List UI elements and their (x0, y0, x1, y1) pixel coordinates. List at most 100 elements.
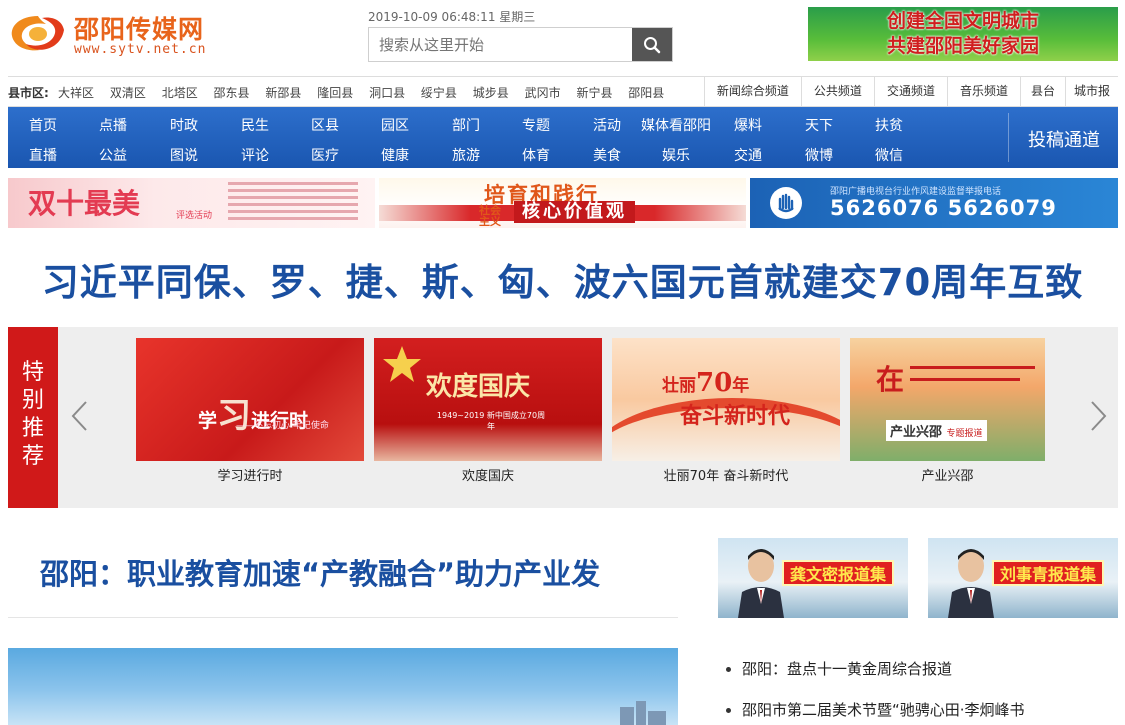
nav-link[interactable]: 天下 (784, 115, 854, 135)
county-label: 县市区: (8, 86, 49, 100)
photo-building (648, 711, 666, 725)
feature-headline[interactable]: 邵阳：职业教育加速“产教融合”助力产业发 (40, 551, 600, 593)
submit-tip-link[interactable]: 投稿通道 (1028, 126, 1100, 152)
card-image-decor (910, 366, 1035, 369)
county-link[interactable]: 邵阳县 (628, 86, 664, 100)
card-image-subtext: 1949~2019 新中国成立70周年 (436, 411, 546, 431)
portrait-icon (738, 549, 784, 618)
nav-link[interactable]: 时政 (149, 115, 219, 135)
county-link[interactable]: 北塔区 (162, 86, 198, 100)
nav-link[interactable]: 微信 (854, 145, 924, 165)
card-image-text2: 奋斗新时代 (680, 403, 791, 429)
nav-link[interactable]: 区县 (290, 115, 360, 135)
ad-best-selection[interactable]: 双十最美 评选活动 (8, 178, 375, 228)
county-link[interactable]: 邵东县 (214, 86, 250, 100)
card-image: 在 产业兴邵 专题报道 (850, 338, 1045, 461)
special-label-char: 特 (21, 360, 44, 385)
channel-link[interactable]: 新闻综合频道 (703, 77, 801, 106)
card-image: 壮丽70年 奋斗新时代 (612, 338, 840, 461)
chevron-left-icon[interactable] (68, 399, 92, 433)
card-caption: 产业兴邵 (921, 469, 974, 484)
site-name: 邵阳传媒网 (74, 15, 205, 44)
channel-link[interactable]: 县台 (1019, 77, 1065, 106)
nav-link[interactable]: 爆料 (713, 115, 783, 135)
special-card[interactable]: 欢度国庆 1949~2019 新中国成立70周年 欢度国庆 (374, 338, 602, 484)
main-nav: 首页 点播 时政 民生 区县 园区 部门 专题 活动 媒体看邵阳 爆料 天下 扶贫 直播 公益 图说 评论 医疗健… (8, 107, 1118, 168)
ad-core-values[interactable]: 培育和践行 社会主义 核心价值观 (379, 178, 746, 228)
news-item[interactable]: 邵阳：盘点十一黄金周综合报道 (726, 658, 1116, 699)
channel-link[interactable]: 交通频道 (873, 77, 947, 106)
card-image: 欢度国庆 1949~2019 新中国成立70周年 (374, 338, 602, 461)
channel-link[interactable]: 音乐频道 (946, 77, 1020, 106)
county-link[interactable]: 城步县 (473, 86, 509, 100)
news-item[interactable]: 邵阳市第二届美术节暨“驰骋心田·李炯峰书 (726, 699, 1116, 725)
nav-link[interactable]: 媒体看邵阳 (632, 115, 720, 135)
nav-link[interactable]: 评论 (220, 145, 290, 165)
nav-link[interactable]: 专题 (501, 115, 571, 135)
county-nav: 县市区: 大祥区 双清区 北塔区 邵东县 新邵县 隆回县 洞口县 绥宁县 城步县… (8, 76, 1118, 107)
report-collection-card[interactable]: 刘事青报道集 (928, 538, 1118, 618)
nav-link[interactable]: 交通 (713, 145, 783, 165)
nav-link[interactable]: 微博 (784, 145, 854, 165)
ad3-phone: 5626076 5626079 (830, 196, 1057, 220)
nav-link[interactable]: 体育 (501, 145, 571, 165)
search-button[interactable] (632, 28, 672, 61)
nav-link[interactable]: 医疗 (290, 145, 360, 165)
county-link[interactable]: 绥宁县 (421, 86, 457, 100)
nav-link[interactable]: 首页 (8, 115, 78, 135)
ad2-left: 社会主义 (479, 204, 501, 228)
special-label-char: 别 (21, 388, 44, 413)
channel-link[interactable]: 公共频道 (800, 77, 874, 106)
special-label-text: 特别推荐 (8, 359, 58, 471)
nav-link[interactable]: 图说 (149, 145, 219, 165)
site-logo[interactable]: 邵阳传媒网 www.sytv.net.cn (8, 8, 218, 60)
report-collection-title: 刘事青报道集 (992, 560, 1105, 586)
ad-report-hotline[interactable]: 邵阳广播电视台行业作风建设监督举报电话 5626076 5626079 (750, 178, 1118, 228)
nav-link[interactable]: 扶贫 (854, 115, 924, 135)
nav-link[interactable]: 部门 (431, 115, 501, 135)
top-headline[interactable]: 习近平同保、罗、捷、斯、匈、波六国元首就建交70周年互致 (0, 252, 1125, 306)
feature-photo[interactable] (8, 648, 678, 725)
county-link[interactable]: 新邵县 (265, 86, 301, 100)
card-caption: 壮丽70年 奋斗新时代 (663, 469, 789, 484)
card-image-text: 产业兴邵 专题报道 (886, 420, 987, 441)
ad2-bottom: 核心价值观 (514, 201, 635, 223)
civilized-city-banner[interactable]: 创建全国文明城市 共建邵阳美好家园 (808, 7, 1118, 61)
photo-building (620, 707, 634, 725)
search-bar (368, 27, 673, 62)
county-link[interactable]: 双清区 (110, 86, 146, 100)
nav-link[interactable]: 民生 (220, 115, 290, 135)
search-input[interactable] (369, 28, 633, 61)
county-link[interactable]: 大祥区 (58, 86, 94, 100)
card-image-text: 壮丽70年 (662, 368, 750, 398)
special-card[interactable]: 学习进行时 ——不忘初心 牢记使命 学习进行时 (136, 338, 364, 484)
nav-link[interactable]: 公益 (78, 145, 148, 165)
special-card[interactable]: 在 产业兴邵 专题报道 产业兴邵 (850, 338, 1078, 484)
card-image-decor (910, 378, 1020, 381)
county-link[interactable]: 洞口县 (369, 86, 405, 100)
special-label-char: 推 (21, 416, 44, 441)
report-collection-card[interactable]: 龚文密报道集 (718, 538, 908, 618)
nav-link[interactable]: 点播 (78, 115, 148, 135)
divider (8, 617, 678, 618)
nav-link[interactable]: 娱乐 (632, 145, 720, 165)
nav-link[interactable]: 健康 (360, 145, 430, 165)
nav-link[interactable]: 旅游 (431, 145, 501, 165)
card-caption: 学习进行时 (217, 469, 283, 484)
nav-link[interactable]: 直播 (8, 145, 78, 165)
county-link[interactable]: 武冈市 (525, 86, 561, 100)
chevron-right-icon[interactable] (1086, 399, 1110, 433)
site-url: www.sytv.net.cn (74, 42, 207, 57)
card-image-mark: 在 (876, 363, 905, 396)
channel-list: 新闻综合频道 公共频道 交通频道 音乐频道 县台 城市报 (703, 77, 1118, 106)
star-icon (383, 346, 421, 382)
special-recommend: 特别推荐 学习进行时 ——不忘初心 牢记使命 学习进行时 欢度国庆 1949~2… (8, 327, 1118, 508)
channel-link[interactable]: 城市报 (1064, 77, 1118, 106)
county-link[interactable]: 新宁县 (576, 86, 612, 100)
special-card[interactable]: 壮丽70年 奋斗新时代 壮丽70年 奋斗新时代 (612, 338, 840, 484)
county-link[interactable]: 隆回县 (317, 86, 353, 100)
search-icon (644, 36, 661, 53)
card-image-title: 产业兴邵 (890, 425, 943, 440)
logo-swirl-icon (11, 16, 64, 51)
nav-link[interactable]: 园区 (360, 115, 430, 135)
